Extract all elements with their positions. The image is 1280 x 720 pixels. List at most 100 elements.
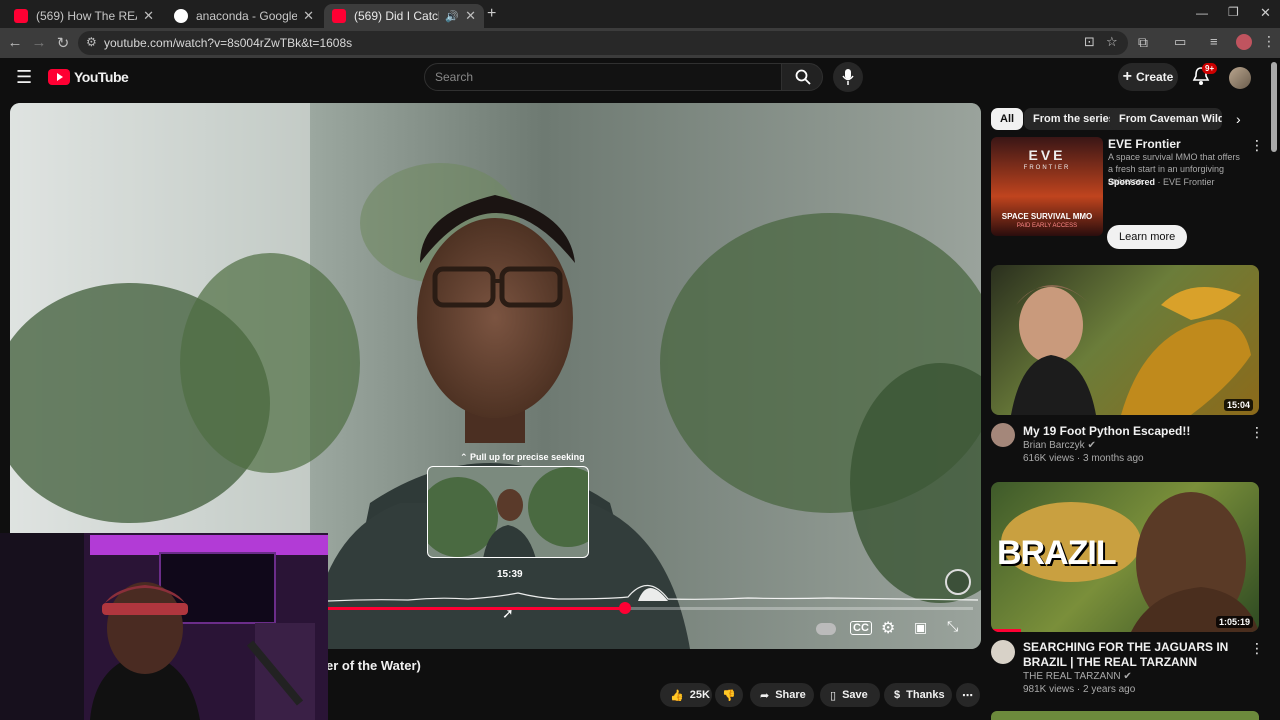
thanks-dollar-icon: $	[894, 689, 901, 701]
more-actions-button[interactable]: ⋯	[956, 683, 980, 707]
seek-hint-text: Pull up for precise seeking	[470, 452, 585, 462]
webcam-frame	[0, 533, 328, 720]
channel-name[interactable]: Brian Barczyk ✔	[1023, 439, 1096, 453]
autoplay-toggle[interactable]	[816, 623, 836, 635]
chevron-up-icon: ⌃	[460, 452, 471, 462]
video-thumbnail[interactable]: BRAZIL 1:05:19	[991, 482, 1259, 632]
video-thumbnail[interactable]: 15:04	[991, 265, 1259, 415]
youtube-logo[interactable]: YouTube	[48, 69, 129, 85]
tab-title: anaconda - Google Search	[196, 9, 298, 23]
close-tab-icon[interactable]: ✕	[465, 8, 476, 24]
menu-dots-icon[interactable]: ⋮	[1262, 33, 1276, 50]
duration-badge: 15:04	[1223, 399, 1253, 411]
verified-check-icon: ✔	[1123, 671, 1132, 682]
chevron-right-icon[interactable]: ›	[1236, 111, 1241, 127]
chip-from-series[interactable]: From the series	[1024, 108, 1124, 130]
youtube-header: ☰ YouTube Search + Create 9+	[0, 58, 1280, 100]
progress-track[interactable]	[328, 607, 973, 610]
share-label: Share	[775, 689, 806, 701]
hamburger-menu-icon[interactable]: ☰	[16, 67, 32, 88]
page-scrollbar-thumb[interactable]	[1271, 62, 1277, 152]
verified-check-icon: ✔	[1087, 440, 1096, 451]
chip-all[interactable]: All	[991, 108, 1024, 130]
voice-search-button[interactable]	[833, 62, 863, 92]
account-avatar[interactable]	[1229, 67, 1251, 89]
reload-icon[interactable]: ↻	[54, 34, 72, 52]
share-button[interactable]: ➦ Share	[750, 683, 814, 707]
url-text: youtube.com/watch?v=8s004rZwTBk&t=1608s	[104, 36, 353, 50]
settings-gear-icon[interactable]: ⚙	[881, 618, 895, 638]
subtitles-cc-icon[interactable]: CC	[850, 621, 872, 635]
search-input[interactable]: Search	[424, 63, 782, 91]
learn-more-button[interactable]: Learn more	[1107, 225, 1188, 249]
thumbs-up-icon: 👍	[670, 689, 684, 702]
share-arrow-icon: ➦	[760, 689, 770, 702]
bookmark-star-icon[interactable]: ☆	[1106, 34, 1118, 50]
thanks-label: Thanks	[906, 689, 945, 701]
media-controls-icon[interactable]: ≡	[1210, 34, 1218, 49]
forward-icon[interactable]: →	[30, 34, 48, 51]
youtube-favicon-icon	[14, 9, 28, 23]
watched-progress-bar	[991, 629, 1021, 632]
duration-badge: 1:05:19	[1215, 616, 1253, 628]
seek-preview-thumbnail	[427, 466, 589, 558]
extensions-icon[interactable]: ⧉	[1138, 34, 1148, 51]
save-button[interactable]: ▯ Save	[820, 683, 880, 707]
close-window-icon[interactable]: ✕	[1260, 5, 1271, 21]
loading-spinner-icon	[945, 569, 971, 595]
channel-avatar[interactable]	[991, 640, 1015, 664]
video-menu-icon[interactable]: ⋮	[1250, 424, 1264, 441]
dislike-button[interactable]: 👎	[715, 683, 743, 707]
sponsored-label: Sponsored	[1108, 177, 1156, 187]
video-title[interactable]: SEARCHING FOR THE JAGUARS IN BRAZIL | TH…	[1023, 640, 1238, 670]
address-bar[interactable]: ⚙ youtube.com/watch?v=8s004rZwTBk&t=1608…	[78, 31, 1128, 55]
install-icon[interactable]: ⊡	[1084, 34, 1095, 50]
chip-from-caveman-wildlife[interactable]: From Caveman Wildlife	[1110, 108, 1222, 130]
fullscreen-exit-icon[interactable]: ⤡	[947, 618, 958, 635]
restore-icon[interactable]: ❐	[1228, 5, 1239, 19]
speaker-icon[interactable]: 🔊	[445, 10, 459, 23]
search-placeholder: Search	[435, 70, 474, 84]
like-button[interactable]: 👍 25K	[660, 683, 712, 707]
more-dots-icon: ⋯	[962, 689, 973, 702]
google-favicon-icon	[174, 9, 188, 23]
miniplayer-icon[interactable]: ▣	[914, 619, 927, 636]
thanks-button[interactable]: $ Thanks	[884, 683, 952, 707]
tab-title: (569) How The REAL TARZANN	[36, 9, 137, 23]
back-icon[interactable]: ←	[6, 34, 24, 51]
browser-tab-strip: (569) How The REAL TARZANN ✕ anaconda - …	[0, 0, 1280, 28]
ad-thumb-sub: FRONTIER	[1023, 165, 1071, 171]
profile-avatar[interactable]	[1236, 34, 1252, 50]
ad-thumbnail[interactable]: EVE FRONTIER SPACE SURVIVAL MMO PAID EAR…	[991, 137, 1103, 236]
notifications-button[interactable]: 9+	[1192, 63, 1218, 91]
next-video-thumbnail[interactable]	[991, 711, 1259, 720]
save-label: Save	[842, 689, 868, 701]
video-title[interactable]: My 19 Foot Python Escaped!!	[1023, 424, 1190, 439]
search-button[interactable]	[781, 63, 823, 91]
channel-name[interactable]: THE REAL TARZANN ✔	[1023, 670, 1132, 684]
browser-tab-1[interactable]: (569) How The REAL TARZANN ✕	[6, 4, 162, 28]
minimize-icon[interactable]: —	[1196, 6, 1208, 20]
save-bookmark-icon: ▯	[830, 689, 837, 702]
close-tab-icon[interactable]: ✕	[303, 8, 314, 24]
video-meta: 616K views · 3 months ago	[1023, 453, 1144, 464]
close-tab-icon[interactable]: ✕	[143, 8, 154, 24]
ad-title[interactable]: EVE Frontier	[1108, 137, 1181, 152]
browser-tab-3[interactable]: (569) Did I Catch The 20 Fo 🔊 ✕	[324, 4, 484, 28]
create-button[interactable]: + Create	[1118, 63, 1178, 91]
tab-title: (569) Did I Catch The 20 Fo	[354, 9, 439, 23]
seek-hint: ⌃ Pull up for precise seeking	[460, 452, 585, 463]
progress-fill	[328, 607, 625, 610]
site-info-icon[interactable]: ⚙	[86, 35, 97, 49]
microphone-icon	[842, 69, 854, 85]
cast-icon[interactable]: ▭	[1174, 34, 1186, 50]
channel-avatar[interactable]	[991, 423, 1015, 447]
thumbnail-text: BRAZIL	[997, 534, 1117, 572]
ad-menu-icon[interactable]: ⋮	[1250, 137, 1264, 154]
new-tab-icon[interactable]: +	[487, 5, 496, 23]
video-menu-icon[interactable]: ⋮	[1250, 640, 1264, 657]
progress-scrubber[interactable]	[618, 602, 631, 614]
plus-icon: +	[1122, 68, 1132, 85]
streamer-webcam-overlay	[0, 533, 328, 720]
browser-tab-2[interactable]: anaconda - Google Search ✕	[166, 4, 322, 28]
